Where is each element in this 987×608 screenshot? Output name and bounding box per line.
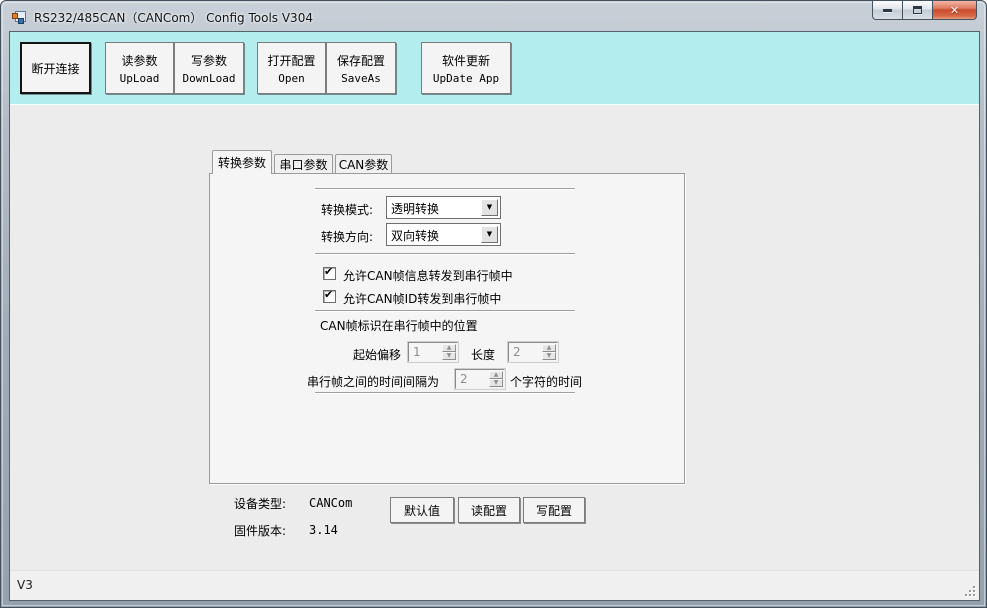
open-config-label: 打开配置 bbox=[267, 52, 315, 69]
conversion-mode-select[interactable]: 透明转换 ▼ bbox=[386, 196, 501, 219]
device-type-label: 设备类型: bbox=[234, 495, 286, 512]
maximize-icon bbox=[913, 6, 922, 14]
spinner-down-icon: ▼ bbox=[494, 380, 499, 386]
start-offset-value: 1 bbox=[413, 345, 421, 359]
conversion-direction-label: 转换方向: bbox=[321, 228, 373, 245]
tab-conversion-params-label: 转换参数 bbox=[218, 154, 266, 171]
write-config-button[interactable]: 写配置 bbox=[523, 497, 585, 523]
spinner-down-button: ▼ bbox=[489, 379, 503, 387]
start-offset-spinner: 1 ▲ ▼ bbox=[408, 342, 458, 362]
length-value: 2 bbox=[513, 345, 521, 359]
close-icon: ✕ bbox=[950, 5, 959, 16]
save-config-button[interactable]: 保存配置 SaveAs bbox=[326, 42, 396, 94]
open-config-button[interactable]: 打开配置 Open bbox=[257, 42, 326, 94]
read-params-sublabel: UpLoad bbox=[120, 72, 160, 85]
status-bar: V3 bbox=[10, 570, 979, 600]
read-params-label: 读参数 bbox=[121, 52, 157, 69]
interval-prefix-label: 串行帧之间的时间间隔为 bbox=[307, 373, 439, 390]
window-controls: ✕ bbox=[872, 1, 977, 20]
conversion-mode-value: 透明转换 bbox=[391, 200, 439, 217]
separator-line bbox=[315, 188, 575, 190]
interval-value: 2 bbox=[460, 372, 468, 386]
read-config-label: 读配置 bbox=[471, 502, 507, 519]
minimize-icon bbox=[883, 9, 892, 12]
conversion-direction-value: 双向转换 bbox=[391, 227, 439, 244]
default-values-button[interactable]: 默认值 bbox=[390, 497, 454, 523]
conversion-direction-select[interactable]: 双向转换 ▼ bbox=[386, 223, 501, 246]
allow-frame-info-checkbox[interactable]: ✔ 允许CAN帧信息转发到串行帧中 bbox=[323, 267, 513, 284]
update-app-button[interactable]: 软件更新 UpDate App bbox=[421, 42, 511, 94]
write-params-label: 写参数 bbox=[191, 52, 227, 69]
spinner-up-button: ▲ bbox=[442, 344, 456, 352]
save-config-label: 保存配置 bbox=[337, 52, 385, 69]
chevron-down-icon: ▼ bbox=[487, 204, 492, 211]
write-params-button[interactable]: 写参数 DownLoad bbox=[174, 42, 244, 94]
conversion-mode-dropdown-button[interactable]: ▼ bbox=[481, 199, 498, 216]
update-app-label: 软件更新 bbox=[442, 52, 490, 69]
chevron-down-icon: ▼ bbox=[487, 231, 492, 238]
tab-conversion-params[interactable]: 转换参数 bbox=[212, 150, 272, 174]
read-params-button[interactable]: 读参数 UpLoad bbox=[105, 42, 174, 94]
conversion-mode-label: 转换模式: bbox=[321, 201, 373, 218]
allow-frame-id-label: 允许CAN帧ID转发到串行帧中 bbox=[343, 290, 501, 307]
conversion-direction-dropdown-button[interactable]: ▼ bbox=[481, 226, 498, 243]
tab-can-params[interactable]: CAN参数 bbox=[335, 154, 392, 173]
can-id-position-section-label: CAN帧标识在串行帧中的位置 bbox=[320, 317, 478, 334]
checkbox-checked-icon: ✔ bbox=[323, 267, 336, 280]
close-button[interactable]: ✕ bbox=[932, 1, 977, 20]
save-config-sublabel: SaveAs bbox=[341, 72, 381, 85]
title-bar[interactable]: RS232/485CAN（CANCom） Config Tools V304 ✕ bbox=[1, 1, 986, 31]
spinner-up-icon: ▲ bbox=[447, 345, 452, 351]
app-icon bbox=[12, 9, 28, 25]
spinner-up-button: ▲ bbox=[489, 371, 503, 379]
write-config-label: 写配置 bbox=[536, 502, 572, 519]
maximize-button[interactable] bbox=[902, 1, 933, 20]
firmware-version-value: 3.14 bbox=[309, 523, 338, 537]
spinner-up-icon: ▲ bbox=[494, 372, 499, 378]
separator-line bbox=[315, 253, 575, 255]
device-type-value: CANCom bbox=[309, 496, 352, 510]
checkbox-checked-icon: ✔ bbox=[323, 290, 336, 303]
app-window: RS232/485CAN（CANCom） Config Tools V304 ✕… bbox=[0, 0, 987, 608]
separator-line bbox=[315, 310, 575, 312]
disconnect-button[interactable]: 断开连接 bbox=[20, 42, 91, 94]
spinner-down-button: ▼ bbox=[442, 352, 456, 360]
window-title: RS232/485CAN（CANCom） Config Tools V304 bbox=[34, 9, 313, 26]
spinner-down-button: ▼ bbox=[542, 352, 556, 360]
spinner-up-button: ▲ bbox=[542, 344, 556, 352]
start-offset-label: 起始偏移 bbox=[353, 346, 401, 363]
allow-frame-info-label: 允许CAN帧信息转发到串行帧中 bbox=[343, 267, 513, 284]
tab-serial-params-label: 串口参数 bbox=[279, 156, 327, 173]
tab-can-params-label: CAN参数 bbox=[339, 156, 389, 173]
resize-grip[interactable] bbox=[963, 584, 976, 597]
interval-suffix-label: 个字符的时间 bbox=[510, 373, 582, 390]
spinner-down-icon: ▼ bbox=[447, 353, 452, 359]
read-config-button[interactable]: 读配置 bbox=[458, 497, 520, 523]
allow-frame-id-checkbox[interactable]: ✔ 允许CAN帧ID转发到串行帧中 bbox=[323, 290, 501, 307]
tab-serial-params[interactable]: 串口参数 bbox=[274, 154, 333, 173]
length-spinner: 2 ▲ ▼ bbox=[508, 342, 558, 362]
interval-spinner: 2 ▲ ▼ bbox=[455, 369, 505, 389]
minimize-button[interactable] bbox=[872, 1, 903, 20]
update-app-sublabel: UpDate App bbox=[433, 72, 499, 85]
open-config-sublabel: Open bbox=[278, 72, 305, 85]
firmware-version-label: 固件版本: bbox=[234, 522, 286, 539]
conversion-params-panel: 转换模式: 透明转换 ▼ 转换方向: 双向转换 ▼ ✔ 允许CAN帧信息转发到串… bbox=[209, 173, 685, 484]
window-body: 断开连接 读参数 UpLoad 写参数 DownLoad 打开配置 Open 保… bbox=[9, 31, 980, 601]
separator-line bbox=[315, 392, 575, 394]
toolbar: 断开连接 读参数 UpLoad 写参数 DownLoad 打开配置 Open 保… bbox=[10, 32, 979, 105]
spinner-down-icon: ▼ bbox=[547, 353, 552, 359]
write-params-sublabel: DownLoad bbox=[183, 72, 236, 85]
disconnect-button-label: 断开连接 bbox=[31, 60, 79, 77]
length-label: 长度 bbox=[471, 346, 495, 363]
status-text: V3 bbox=[17, 578, 33, 592]
default-values-label: 默认值 bbox=[404, 502, 440, 519]
spinner-up-icon: ▲ bbox=[547, 345, 552, 351]
